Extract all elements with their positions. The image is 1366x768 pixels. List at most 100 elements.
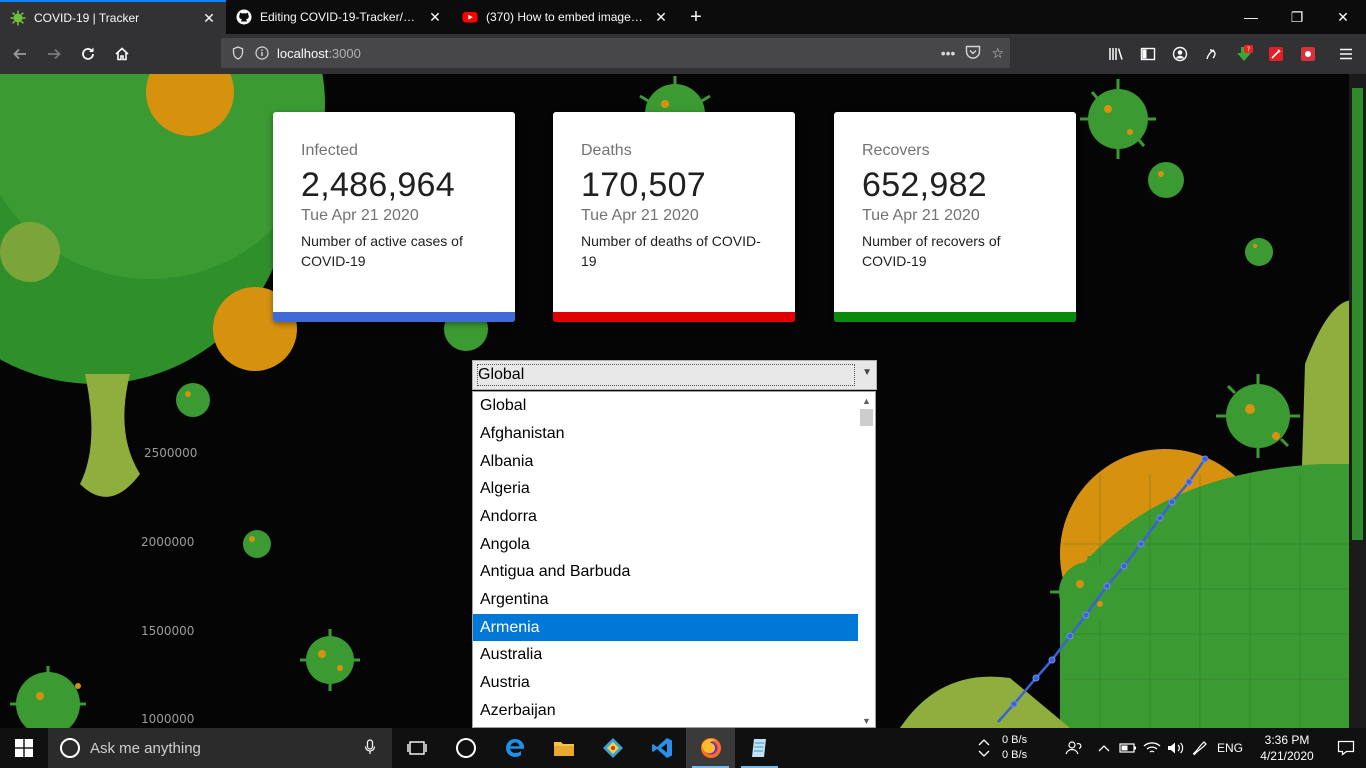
dropdown-option[interactable]: Andorra xyxy=(473,503,859,530)
dropdown-option[interactable]: Azerbaijan xyxy=(473,697,859,724)
wifi-icon[interactable] xyxy=(1140,728,1164,768)
dropdown-option-highlighted[interactable]: Armenia xyxy=(473,614,859,641)
color-picker-extension-icon[interactable] xyxy=(1260,38,1292,70)
back-icon[interactable] xyxy=(4,38,36,70)
youtube-icon xyxy=(462,9,478,25)
reload-icon[interactable] xyxy=(72,38,104,70)
github-icon xyxy=(236,9,252,25)
taskbar-search-box[interactable]: Ask me anything xyxy=(48,728,392,768)
clock-time: 3:36 PM xyxy=(1264,733,1310,747)
cortana-icon xyxy=(60,738,80,758)
show-hidden-icons-chevron-icon[interactable] xyxy=(1092,728,1116,768)
pocket-icon[interactable] xyxy=(965,45,981,62)
close-tab-icon[interactable]: ✕ xyxy=(202,10,216,26)
card-accent-bar xyxy=(273,312,515,322)
new-tab-button[interactable]: + xyxy=(678,0,714,34)
windows-start-icon[interactable] xyxy=(0,728,48,768)
card-accent-bar xyxy=(834,312,1076,322)
dropdown-option[interactable]: Argentina xyxy=(473,586,859,613)
notes-app-icon[interactable] xyxy=(735,728,784,768)
vscode-icon[interactable] xyxy=(637,728,686,768)
sidebar-icon[interactable] xyxy=(1132,38,1164,70)
dropdown-option[interactable]: Algeria xyxy=(473,475,859,502)
navigation-toolbar: localhost:3000 ••• ☆ ? xyxy=(0,34,1366,74)
chevron-down-icon[interactable]: ▼ xyxy=(862,367,872,378)
url-host: localhost xyxy=(277,45,329,61)
close-tab-icon[interactable]: ✕ xyxy=(428,9,442,25)
library-icon[interactable] xyxy=(1100,38,1132,70)
dropdown-option[interactable]: Angola xyxy=(473,531,859,558)
country-select-value: Global xyxy=(477,364,855,386)
git-kraken-icon[interactable] xyxy=(588,728,637,768)
close-tab-icon[interactable]: ✕ xyxy=(654,9,668,25)
svg-text:?: ? xyxy=(1247,46,1251,54)
tab-github-editing[interactable]: Editing COVID-19-Tracker/README.md ✕ xyxy=(226,0,452,34)
dropdown-scrollbar[interactable]: ▲ ▼ xyxy=(858,392,875,727)
dropdown-option[interactable]: Global xyxy=(473,392,859,419)
firefox-icon[interactable] xyxy=(686,728,735,768)
card-title: Deaths xyxy=(581,142,632,159)
bookmark-star-icon[interactable]: ☆ xyxy=(991,45,1004,62)
upload-speed: 0 B/s xyxy=(1002,734,1028,746)
download-extension-icon[interactable]: ? xyxy=(1228,38,1260,70)
download-speed: 0 B/s xyxy=(1002,749,1028,761)
tab-title: COVID-19 | Tracker xyxy=(34,11,140,25)
dropdown-option[interactable]: Austria xyxy=(473,669,859,696)
infected-card: Infected 2,486,964 Tue Apr 21 2020 Numbe… xyxy=(273,112,515,322)
obs-icon[interactable] xyxy=(441,728,490,768)
dropdown-option[interactable]: Albania xyxy=(473,448,859,475)
url-actions: ••• ☆ xyxy=(941,38,1004,68)
page-scrollbar-thumb[interactable] xyxy=(1352,88,1363,540)
card-date: Tue Apr 21 2020 xyxy=(581,207,699,224)
deaths-card: Deaths 170,507 Tue Apr 21 2020 Number of… xyxy=(553,112,795,322)
tab-title: Editing COVID-19-Tracker/README.md xyxy=(260,10,420,24)
close-window-icon[interactable]: ✕ xyxy=(1320,0,1366,34)
task-view-icon[interactable] xyxy=(392,728,441,768)
forward-icon[interactable] xyxy=(38,38,70,70)
input-language[interactable]: ENG xyxy=(1212,728,1248,768)
recovers-card: Recovers 652,982 Tue Apr 21 2020 Number … xyxy=(834,112,1076,322)
tab-strip: COVID-19 | Tracker ✕ Editing COVID-19-Tr… xyxy=(0,0,1366,34)
page-actions-icon[interactable]: ••• xyxy=(941,45,956,61)
dropdown-option[interactable]: Afghanistan xyxy=(473,420,859,447)
home-icon[interactable] xyxy=(106,38,138,70)
minimize-icon[interactable]: — xyxy=(1228,0,1274,34)
tab-title: (370) How to embed images in xyxy=(486,10,646,24)
url-port: :3000 xyxy=(328,45,361,61)
account-icon[interactable] xyxy=(1164,38,1196,70)
info-icon[interactable] xyxy=(253,44,271,62)
tab-covid-tracker[interactable]: COVID-19 | Tracker ✕ xyxy=(0,0,226,34)
scroll-down-icon[interactable]: ▼ xyxy=(858,712,875,727)
y-axis-tick: 2500000 xyxy=(144,446,198,460)
country-dropdown-list[interactable]: Global Afghanistan Albania Algeria Andor… xyxy=(472,391,876,728)
restore-icon[interactable]: ❐ xyxy=(1274,0,1320,34)
tab-youtube[interactable]: (370) How to embed images in ✕ xyxy=(452,0,678,34)
y-axis-tick: 1500000 xyxy=(141,624,195,638)
screenshot-extension-icon[interactable] xyxy=(1292,38,1324,70)
scroll-up-icon[interactable]: ▲ xyxy=(858,392,875,409)
edge-icon[interactable] xyxy=(490,728,539,768)
clock[interactable]: 3:36 PM 4/21/2020 xyxy=(1248,732,1326,764)
scrollbar-thumb[interactable] xyxy=(860,409,873,426)
people-icon[interactable] xyxy=(1062,728,1086,768)
card-date: Tue Apr 21 2020 xyxy=(301,207,419,224)
network-speed-meter: 0 B/s 0 B/s xyxy=(1002,733,1054,763)
microphone-icon[interactable] xyxy=(364,738,376,758)
menu-icon[interactable] xyxy=(1330,38,1362,70)
file-explorer-icon[interactable] xyxy=(539,728,588,768)
pen-ink-icon[interactable] xyxy=(1188,728,1212,768)
card-value: 170,507 xyxy=(581,166,707,204)
card-title: Recovers xyxy=(862,142,930,159)
extension-icon[interactable] xyxy=(1196,38,1228,70)
shield-icon[interactable] xyxy=(229,44,247,62)
card-description: Number of recovers of COVID-19 xyxy=(862,233,1001,269)
battery-icon[interactable] xyxy=(1116,728,1140,768)
page-scrollbar[interactable] xyxy=(1349,74,1366,728)
volume-icon[interactable] xyxy=(1164,728,1188,768)
address-bar[interactable]: localhost:3000 ••• ☆ xyxy=(221,38,1010,68)
action-center-icon[interactable] xyxy=(1326,728,1366,768)
country-select[interactable]: Global ▼ xyxy=(472,360,877,390)
dropdown-option[interactable]: Australia xyxy=(473,641,859,668)
dropdown-option[interactable]: Antigua and Barbuda xyxy=(473,558,859,585)
card-description: Number of deaths of COVID-19 xyxy=(581,233,761,269)
